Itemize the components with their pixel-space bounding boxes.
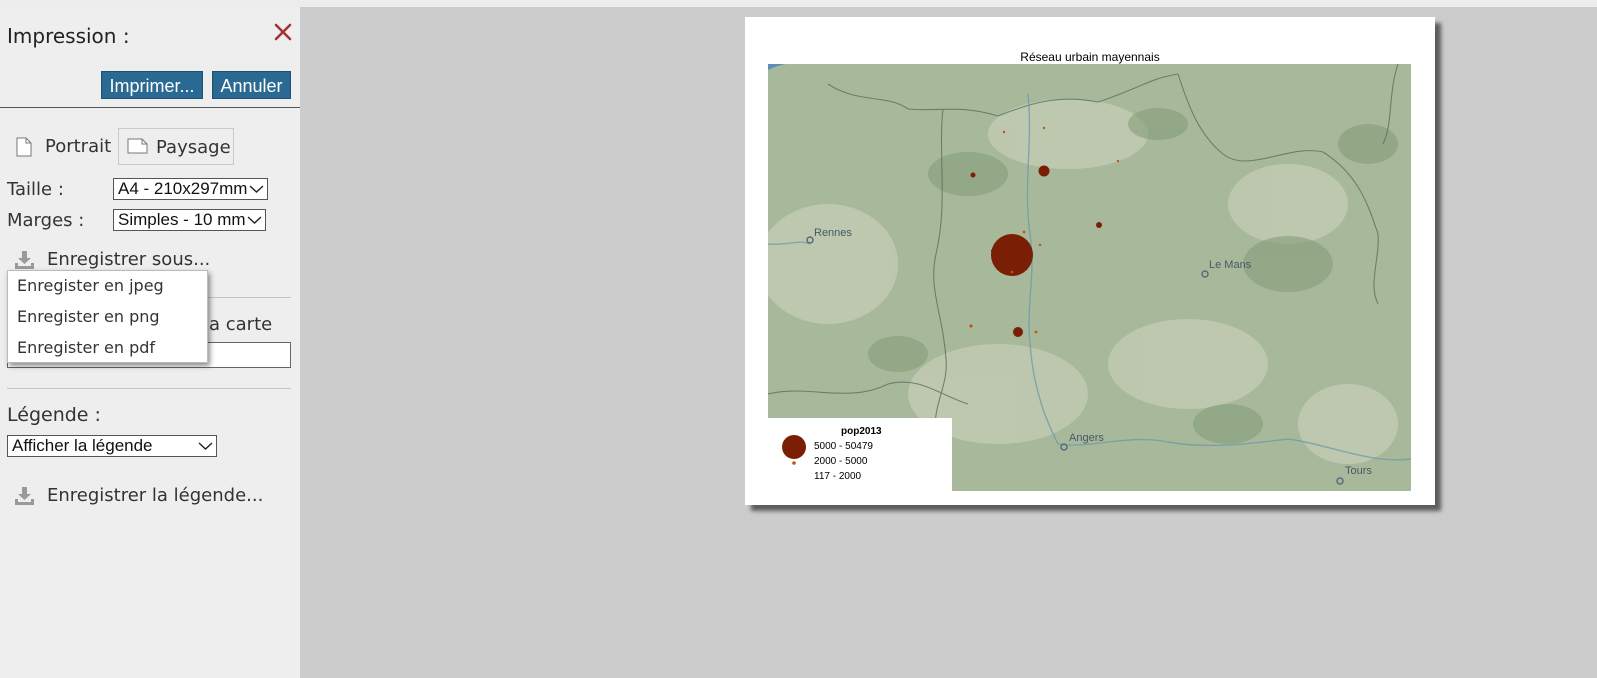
divider [0, 107, 300, 108]
map-place-le-mans: Le Mans [1209, 259, 1252, 271]
legend-class-1: 5000 - 50479 [814, 441, 873, 452]
map-place-rennes: Rennes [814, 227, 852, 239]
print-preview-page: Réseau urbain mayennais Rennes Le Mans A… [745, 17, 1435, 505]
legend-class-2: 2000 - 5000 [814, 456, 868, 467]
menu-item-pdf[interactable]: Enregister en pdf [17, 338, 155, 357]
margins-select-value: Simples - 10 mm [118, 210, 246, 229]
close-icon[interactable] [271, 20, 295, 44]
legend-select-value: Afficher la légende [12, 436, 153, 455]
size-label: Taille : [7, 179, 64, 200]
landscape-page-icon [127, 138, 148, 154]
chevron-down-icon [198, 442, 213, 450]
map-title: Réseau urbain mayennais [1020, 50, 1160, 64]
portrait-label: Portrait [45, 136, 112, 157]
panel-title: Impression : [7, 24, 130, 48]
save-legend-label: Enregistrer la légende... [47, 485, 264, 506]
menu-item-jpeg[interactable]: Enregister en jpeg [17, 276, 164, 295]
print-button[interactable]: Imprimer... [101, 71, 203, 99]
save-format-menu: Enregister en jpeg Enregister en png Enr… [7, 270, 208, 363]
margins-select[interactable]: Simples - 10 mm [113, 209, 266, 231]
top-strip [0, 0, 1597, 7]
portrait-option[interactable]: Portrait [11, 128, 111, 165]
print-panel: Impression : Imprimer... Annuler Portrai… [0, 7, 300, 678]
cancel-button[interactable]: Annuler [212, 71, 291, 99]
download-icon [15, 251, 34, 269]
map-place-tours: Tours [1345, 465, 1372, 477]
legend-symbols [782, 435, 806, 465]
landscape-option[interactable]: Paysage [118, 128, 234, 165]
legend-class-3: 117 - 2000 [814, 471, 862, 482]
map-title-label: a carte [209, 314, 273, 335]
size-select-value: A4 - 210x297mm [118, 179, 248, 198]
preview-area: Réseau urbain mayennais Rennes Le Mans A… [300, 7, 1597, 678]
chevron-down-icon [249, 185, 264, 193]
landscape-label: Paysage [156, 137, 231, 158]
download-icon [15, 487, 34, 505]
map-place-angers: Angers [1069, 432, 1104, 444]
chevron-down-icon [247, 216, 262, 224]
menu-item-png[interactable]: Enregister en png [17, 307, 160, 326]
size-select[interactable]: A4 - 210x297mm [113, 178, 268, 200]
map-legend: pop2013 5000 - 50479 2000 - 5000 117 - 2… [768, 418, 952, 491]
divider [7, 388, 291, 389]
legend-label: Légende : [7, 404, 101, 426]
portrait-page-icon [16, 137, 32, 157]
legend-select[interactable]: Afficher la légende [7, 435, 217, 457]
margins-label: Marges : [7, 210, 85, 231]
legend-title: pop2013 [841, 426, 882, 437]
